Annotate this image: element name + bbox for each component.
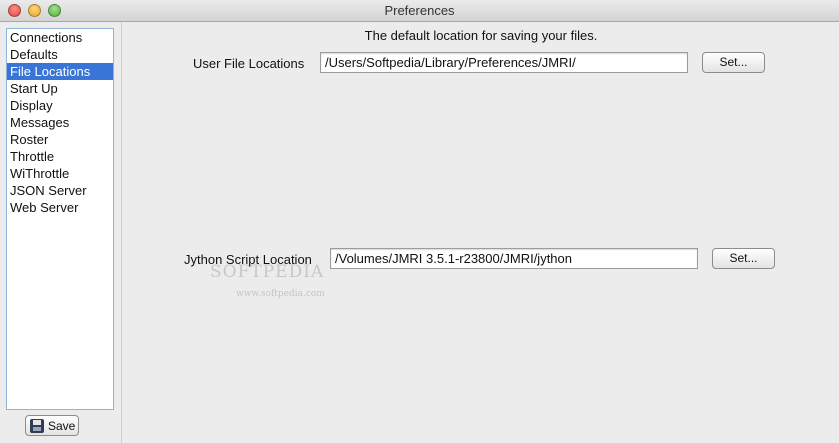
save-button-label: Save — [48, 418, 76, 433]
sidebar-item-connections[interactable]: Connections — [7, 29, 113, 46]
softpedia-watermark: SOFTPEDIA — [210, 262, 325, 282]
sidebar-item-roster[interactable]: Roster — [7, 131, 113, 148]
title-bar: Preferences — [0, 0, 839, 22]
sidebar-item-json-server[interactable]: JSON Server — [7, 182, 113, 199]
window-title: Preferences — [384, 3, 455, 18]
sidebar-item-web-server[interactable]: Web Server — [7, 199, 113, 216]
jython-script-location-set-button[interactable]: Set... — [712, 248, 775, 269]
sidebar-item-display[interactable]: Display — [7, 97, 113, 114]
user-file-locations-set-button[interactable]: Set... — [702, 52, 765, 73]
floppy-disk-icon — [30, 418, 44, 433]
sidebar-item-withrottle[interactable]: WiThrottle — [7, 165, 113, 182]
user-file-locations-label: User File Locations — [193, 56, 305, 71]
jython-script-location-field[interactable]: /Volumes/JMRI 3.5.1-r23800/JMRI/jython — [330, 248, 698, 269]
sidebar-item-file-locations[interactable]: File Locations — [7, 63, 113, 80]
panel-description: The default location for saving your fil… — [364, 28, 598, 43]
sidebar-item-defaults[interactable]: Defaults — [7, 46, 113, 63]
sidebar-item-throttle[interactable]: Throttle — [7, 148, 113, 165]
softpedia-watermark-url: www.softpedia.com — [236, 289, 325, 299]
sidebar-item-start-up[interactable]: Start Up — [7, 80, 113, 97]
file-locations-panel: The default location for saving your fil… — [123, 22, 839, 443]
sidebar: Connections Defaults File Locations Star… — [0, 22, 122, 443]
save-button[interactable]: Save — [25, 415, 79, 436]
sidebar-item-messages[interactable]: Messages — [7, 114, 113, 131]
preferences-category-list[interactable]: Connections Defaults File Locations Star… — [6, 28, 114, 410]
user-file-locations-field[interactable]: /Users/Softpedia/Library/Preferences/JMR… — [320, 52, 688, 73]
